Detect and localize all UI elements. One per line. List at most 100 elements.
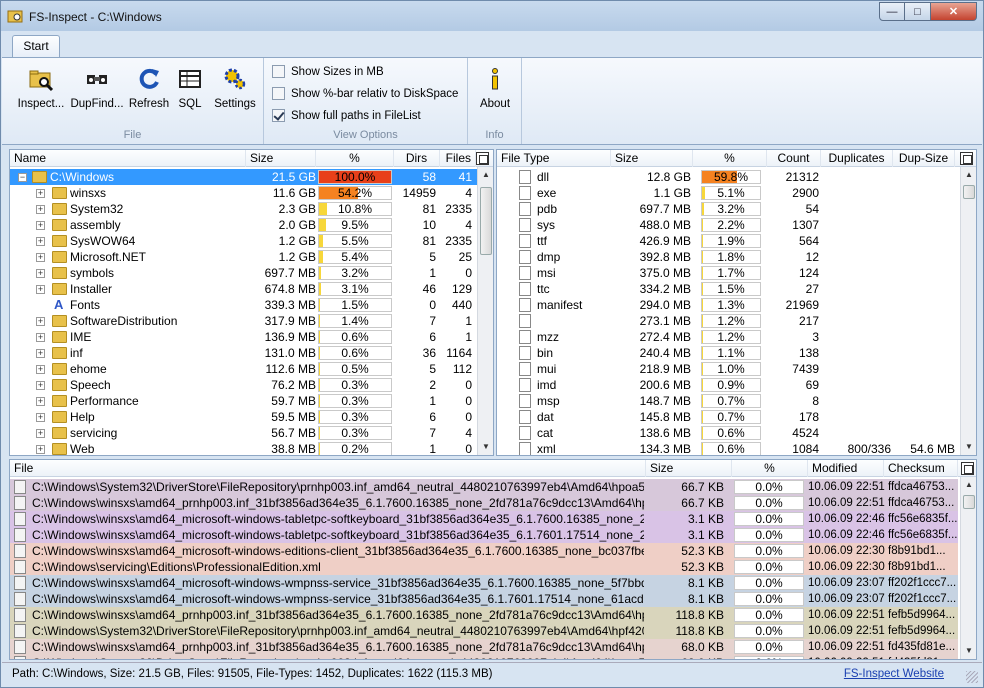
file-type-row[interactable]: dll 12.8 GB 59.8% 21312 bbox=[497, 169, 976, 185]
files-scrollbar[interactable]: ▲ ▼ bbox=[960, 477, 976, 659]
file-type-row[interactable]: exe 1.1 GB 5.1% 2900 bbox=[497, 185, 976, 201]
file-type-row[interactable]: ttf 426.9 MB 1.9% 564 bbox=[497, 233, 976, 249]
file-row[interactable]: C:\Windows\winsxs\amd64_microsoft-window… bbox=[10, 575, 958, 591]
column-chooser-icon[interactable] bbox=[476, 152, 489, 165]
col-checksum[interactable]: Checksum bbox=[884, 460, 958, 477]
tree-row[interactable]: + SoftwareDistribution 317.9 MB 1.4% 7 1 bbox=[10, 313, 493, 329]
website-link[interactable]: FS-Inspect Website bbox=[844, 668, 944, 680]
settings-button[interactable]: Settings bbox=[210, 66, 260, 110]
expand-toggle-icon[interactable]: + bbox=[36, 349, 45, 358]
expand-toggle-icon[interactable]: + bbox=[36, 333, 45, 342]
col-type-size[interactable]: Size bbox=[611, 150, 693, 167]
types-scrollbar[interactable]: ▲ ▼ bbox=[960, 167, 976, 455]
checkbox-box[interactable] bbox=[272, 87, 285, 100]
file-list-panel[interactable]: File Size % Modified Checksum C:\Windows… bbox=[9, 459, 977, 660]
expand-toggle-icon[interactable]: + bbox=[36, 189, 45, 198]
expand-toggle-icon[interactable]: + bbox=[36, 269, 45, 278]
col-file[interactable]: File bbox=[10, 460, 646, 477]
tree-row[interactable]: + Help 59.5 MB 0.3% 6 0 bbox=[10, 409, 493, 425]
file-type-row[interactable]: pdb 697.7 MB 3.2% 54 bbox=[497, 201, 976, 217]
inspect-button[interactable]: Inspect... bbox=[16, 66, 66, 110]
column-chooser-icon[interactable] bbox=[961, 462, 974, 475]
tree-row[interactable]: + System32 2.3 GB 10.8% 81 2335 bbox=[10, 201, 493, 217]
tree-row[interactable]: + Web 38.8 MB 0.2% 1 0 bbox=[10, 441, 493, 455]
file-row[interactable]: C:\Windows\System32\DriverStore\FileRepo… bbox=[10, 479, 958, 495]
file-type-row[interactable]: ttc 334.2 MB 1.5% 27 bbox=[497, 281, 976, 297]
scroll-up-icon[interactable]: ▲ bbox=[961, 167, 976, 183]
file-row[interactable]: C:\Windows\servicing\Editions\Profession… bbox=[10, 559, 958, 575]
file-type-row[interactable]: msp 148.7 MB 0.7% 8 bbox=[497, 393, 976, 409]
col-duplicates[interactable]: Duplicates bbox=[821, 150, 893, 167]
tree-scrollbar[interactable]: ▲ ▼ bbox=[477, 167, 493, 455]
file-row[interactable]: C:\Windows\System32\DriverStore\FileRepo… bbox=[10, 623, 958, 639]
refresh-button[interactable]: Refresh bbox=[126, 66, 172, 110]
file-type-row[interactable]: xml 134.3 MB 0.6% 1084 800/336 54.6 MB bbox=[497, 441, 976, 455]
expand-toggle-icon[interactable]: + bbox=[36, 397, 45, 406]
expand-toggle-icon[interactable]: + bbox=[36, 413, 45, 422]
col-percent[interactable]: % bbox=[316, 150, 394, 167]
col-file-percent[interactable]: % bbox=[732, 460, 808, 477]
scroll-thumb[interactable] bbox=[480, 187, 492, 255]
file-type-row[interactable]: dat 145.8 MB 0.7% 178 bbox=[497, 409, 976, 425]
scroll-down-icon[interactable]: ▼ bbox=[961, 439, 976, 455]
expand-toggle-icon[interactable]: + bbox=[36, 429, 45, 438]
tree-row[interactable]: + symbols 697.7 MB 3.2% 1 0 bbox=[10, 265, 493, 281]
file-type-row[interactable]: cat 138.6 MB 0.6% 4524 bbox=[497, 425, 976, 441]
tree-row[interactable]: + servicing 56.7 MB 0.3% 7 4 bbox=[10, 425, 493, 441]
col-type-percent[interactable]: % bbox=[693, 150, 767, 167]
tree-row[interactable]: − C:\Windows 21.5 GB 100.0% 58 41 bbox=[10, 169, 493, 185]
file-type-row[interactable]: sys 488.0 MB 2.2% 1307 bbox=[497, 217, 976, 233]
file-types-panel[interactable]: File Type Size % Count Duplicates Dup-Si… bbox=[496, 149, 977, 456]
file-type-row[interactable]: msi 375.0 MB 1.7% 124 bbox=[497, 265, 976, 281]
col-size[interactable]: Size bbox=[246, 150, 316, 167]
file-row[interactable]: C:\Windows\winsxs\amd64_microsoft-window… bbox=[10, 543, 958, 559]
file-row[interactable]: C:\Windows\winsxs\amd64_prnhp003.inf_31b… bbox=[10, 639, 958, 655]
resize-grip-icon[interactable] bbox=[966, 671, 978, 683]
file-type-row[interactable]: bin 240.4 MB 1.1% 138 bbox=[497, 345, 976, 361]
scroll-down-icon[interactable]: ▼ bbox=[961, 643, 976, 659]
expand-toggle-icon[interactable]: + bbox=[36, 253, 45, 262]
tree-row[interactable]: + Installer 674.8 MB 3.1% 46 129 bbox=[10, 281, 493, 297]
tree-row[interactable]: +AFonts339.3 MB1.5%0440 bbox=[10, 297, 493, 313]
tab-start[interactable]: Start bbox=[12, 35, 60, 58]
col-modified[interactable]: Modified bbox=[808, 460, 884, 477]
tree-row[interactable]: + winsxs 11.6 GB 54.2% 14959 4 bbox=[10, 185, 493, 201]
tree-row[interactable]: + SysWOW64 1.2 GB 5.5% 81 2335 bbox=[10, 233, 493, 249]
file-row[interactable]: C:\Windows\System32\DriverStore\FileRepo… bbox=[10, 655, 958, 659]
checkbox-box-checked[interactable] bbox=[272, 109, 285, 122]
expand-toggle-icon[interactable]: + bbox=[36, 317, 45, 326]
tree-row[interactable]: + Performance 59.7 MB 0.3% 1 0 bbox=[10, 393, 493, 409]
tree-row[interactable]: + IME 136.9 MB 0.6% 6 1 bbox=[10, 329, 493, 345]
tree-row[interactable]: + ehome 112.6 MB 0.5% 5 112 bbox=[10, 361, 493, 377]
expand-toggle-icon[interactable]: + bbox=[36, 221, 45, 230]
col-name[interactable]: Name bbox=[10, 150, 246, 167]
scroll-thumb[interactable] bbox=[963, 495, 975, 509]
tree-row[interactable]: + assembly 2.0 GB 9.5% 10 4 bbox=[10, 217, 493, 233]
col-dup-size[interactable]: Dup-Size bbox=[893, 150, 955, 167]
tree-row[interactable]: + inf 131.0 MB 0.6% 36 1164 bbox=[10, 345, 493, 361]
file-row[interactable]: C:\Windows\winsxs\amd64_prnhp003.inf_31b… bbox=[10, 607, 958, 623]
column-chooser-icon[interactable] bbox=[960, 152, 973, 165]
expand-toggle-icon[interactable]: + bbox=[36, 285, 45, 294]
scroll-thumb[interactable] bbox=[963, 185, 975, 199]
file-type-row[interactable]: 273.1 MB 1.2% 217 bbox=[497, 313, 976, 329]
col-files[interactable]: Files bbox=[440, 150, 476, 167]
expand-toggle-icon[interactable]: + bbox=[36, 205, 45, 214]
scroll-up-icon[interactable]: ▲ bbox=[961, 477, 976, 493]
dupfind-button[interactable]: DupFind... bbox=[68, 66, 126, 110]
expand-toggle-icon[interactable]: + bbox=[36, 445, 45, 454]
file-row[interactable]: C:\Windows\winsxs\amd64_prnhp003.inf_31b… bbox=[10, 495, 958, 511]
file-row[interactable]: C:\Windows\winsxs\amd64_microsoft-window… bbox=[10, 511, 958, 527]
file-type-row[interactable]: manifest 294.0 MB 1.3% 21969 bbox=[497, 297, 976, 313]
about-button[interactable]: About bbox=[472, 66, 518, 110]
maximize-button[interactable]: □ bbox=[905, 2, 931, 21]
close-button[interactable]: ✕ bbox=[931, 2, 977, 21]
file-type-row[interactable]: dmp 392.8 MB 1.8% 12 bbox=[497, 249, 976, 265]
tree-row[interactable]: + Microsoft.NET 1.2 GB 5.4% 5 25 bbox=[10, 249, 493, 265]
show-bar-relative-checkbox[interactable]: Show %-bar relativ to DiskSpace bbox=[272, 87, 458, 100]
sql-button[interactable]: SQL bbox=[172, 66, 208, 110]
show-sizes-mb-checkbox[interactable]: Show Sizes in MB bbox=[272, 65, 384, 78]
col-dirs[interactable]: Dirs bbox=[394, 150, 440, 167]
scroll-up-icon[interactable]: ▲ bbox=[478, 167, 493, 183]
minimize-button[interactable]: — bbox=[879, 2, 905, 21]
